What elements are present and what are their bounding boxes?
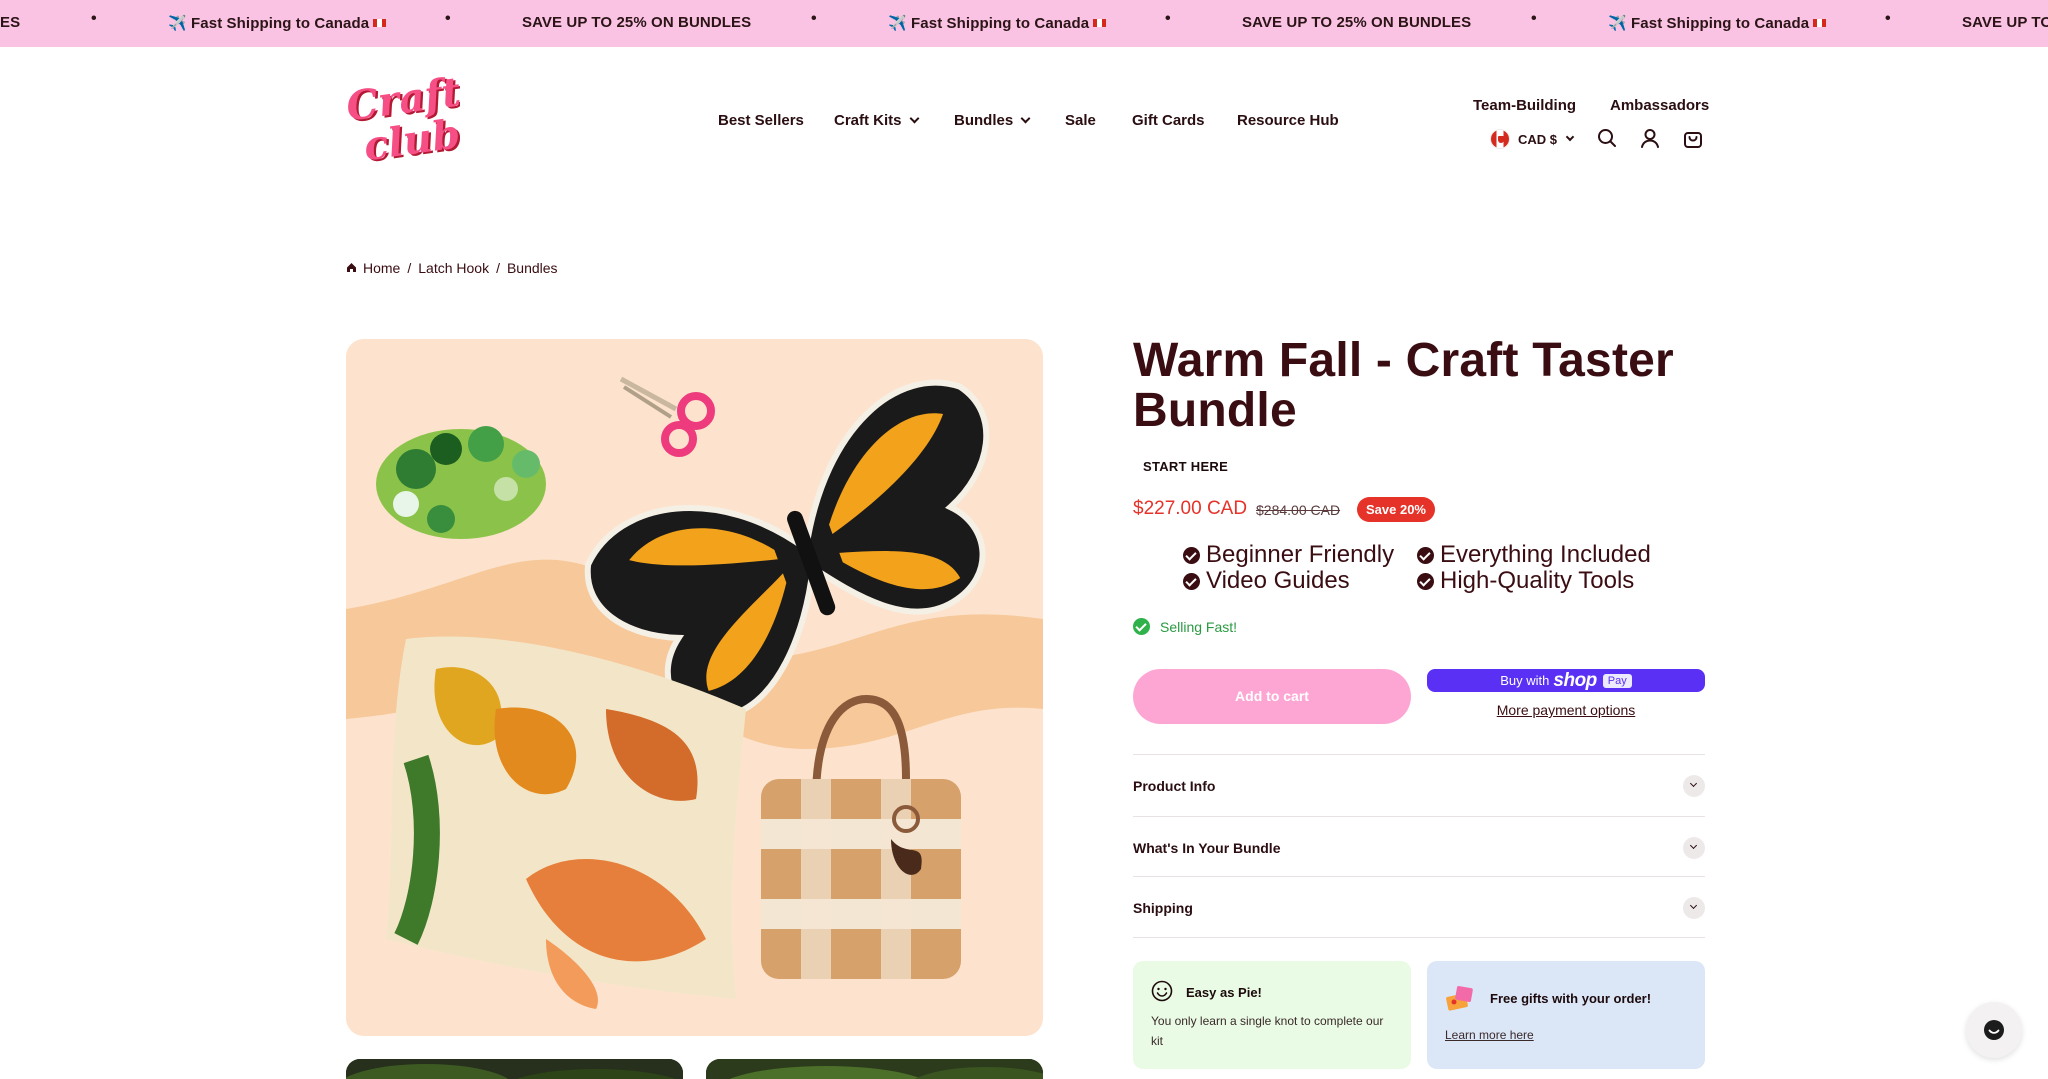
product-title: Warm Fall - Craft Taster Bundle	[1133, 334, 1674, 437]
check-circle-icon	[1183, 546, 1200, 564]
smiley-icon	[1151, 980, 1173, 1007]
chevron-down-icon	[1020, 113, 1031, 124]
feature-beginner-friendly: Beginner Friendly	[1183, 541, 1394, 569]
card-text: You only learn a single knot to complete…	[1151, 1014, 1384, 1048]
announcement-item[interactable]: SAVE UP TO 25% ON BUNDLES	[1242, 14, 1471, 31]
nav-best-sellers[interactable]: Best Sellers	[718, 112, 804, 129]
gift-icon	[1445, 985, 1475, 1016]
breadcrumb: Home / Latch Hook / Bundles	[346, 260, 558, 276]
check-circle-icon	[1417, 572, 1434, 590]
home-icon	[346, 260, 357, 276]
announcement-separator: •	[811, 10, 817, 27]
breadcrumb-home[interactable]: Home	[363, 260, 400, 276]
accordion-whats-in-your-bundle[interactable]: What's In Your Bundle	[1133, 816, 1705, 878]
announcement-item[interactable]: SAVE UP TO 25% ON BUNDLES	[522, 14, 751, 31]
nav-craft-kits[interactable]: Craft Kits	[834, 112, 919, 129]
announcement-separator: •	[1531, 10, 1537, 27]
card-title: Easy as Pie!	[1186, 985, 1262, 1000]
chat-icon	[1982, 1018, 2006, 1047]
nav-sale[interactable]: Sale	[1065, 112, 1096, 129]
add-to-cart-button[interactable]: Add to cart	[1133, 669, 1411, 724]
more-payment-options-link[interactable]: More payment options	[1427, 702, 1705, 718]
divider	[1133, 937, 1705, 938]
accordion-product-info[interactable]: Product Info	[1133, 754, 1705, 816]
chat-button[interactable]	[1966, 1002, 2022, 1058]
compare-price: $284.00 CAD	[1256, 502, 1341, 518]
feature-everything-included: Everything Included	[1417, 541, 1651, 569]
easy-as-pie-card: Easy as Pie! You only learn a single kno…	[1133, 961, 1411, 1069]
currency-label: CAD $	[1518, 131, 1558, 147]
announcement-track: ES • ✈️ Fast Shipping to Canada • SAVE U…	[0, 0, 2048, 47]
check-circle-icon	[1183, 572, 1200, 590]
product-thumbnail[interactable]	[706, 1059, 1043, 1079]
search-icon[interactable]	[1596, 127, 1618, 149]
check-circle-icon	[1417, 546, 1434, 564]
learn-more-link[interactable]: Learn more here	[1445, 1025, 1534, 1045]
breadcrumb-bundles[interactable]: Bundles	[507, 260, 558, 276]
breadcrumb-separator: /	[496, 260, 500, 276]
chevron-down-icon	[1683, 774, 1705, 797]
breadcrumb-latch-hook[interactable]: Latch Hook	[418, 260, 489, 276]
nav-resource-hub[interactable]: Resource Hub	[1237, 112, 1339, 129]
announcement-separator: •	[1885, 10, 1891, 27]
announcement-separator: •	[91, 10, 97, 27]
announcement-item[interactable]: SAVE UP TO 25% ON BUNDLES	[1962, 14, 2048, 31]
announcement-separator: •	[1165, 10, 1171, 27]
announcement-item[interactable]: ✈️ Fast Shipping to Canada	[168, 14, 387, 32]
team-building-link[interactable]: Team-Building	[1473, 97, 1576, 114]
check-circle-icon	[1133, 618, 1150, 635]
product-main-image[interactable]	[346, 339, 1043, 1036]
nav-gift-cards[interactable]: Gift Cards	[1132, 112, 1205, 129]
stock-status: Selling Fast!	[1133, 618, 1237, 635]
feature-high-quality-tools: High-Quality Tools	[1417, 567, 1634, 595]
breadcrumb-separator: /	[407, 260, 412, 276]
card-title: Free gifts with your order!	[1490, 991, 1652, 1006]
currency-selector[interactable]: CAD $	[1490, 129, 1575, 149]
feature-video-guides: Video Guides	[1183, 567, 1350, 595]
chevron-down-icon	[1683, 836, 1705, 859]
save-badge: Save 20%	[1357, 497, 1435, 522]
sale-price: $227.00 CAD	[1133, 498, 1248, 519]
accordion-shipping[interactable]: Shipping	[1133, 876, 1705, 938]
announcement-bar: ES • ✈️ Fast Shipping to Canada • SAVE U…	[0, 0, 2048, 47]
canada-flag-icon	[1490, 129, 1510, 149]
announcement-separator: •	[445, 10, 451, 27]
account-icon[interactable]	[1639, 127, 1661, 149]
announcement-edge-text: ES	[0, 14, 21, 31]
product-thumbnail[interactable]	[346, 1059, 683, 1079]
chevron-down-icon	[1565, 132, 1575, 142]
ambassadors-link[interactable]: Ambassadors	[1610, 97, 1709, 114]
chevron-down-icon	[909, 113, 919, 124]
announcement-item[interactable]: ✈️ Fast Shipping to Canada	[888, 14, 1107, 32]
start-here-tag: START HERE	[1143, 459, 1229, 474]
nav-bundles[interactable]: Bundles	[954, 112, 1031, 129]
shop-pay-button[interactable]: Buy with shop Pay	[1427, 669, 1705, 692]
cart-icon[interactable]	[1682, 127, 1704, 149]
free-gifts-card: Free gifts with your order! Learn more h…	[1427, 961, 1705, 1069]
announcement-item[interactable]: ✈️ Fast Shipping to Canada	[1608, 14, 1827, 32]
chevron-down-icon	[1683, 896, 1705, 919]
craft-club-logo[interactable]: Craft Craft Club club club	[343, 52, 580, 172]
